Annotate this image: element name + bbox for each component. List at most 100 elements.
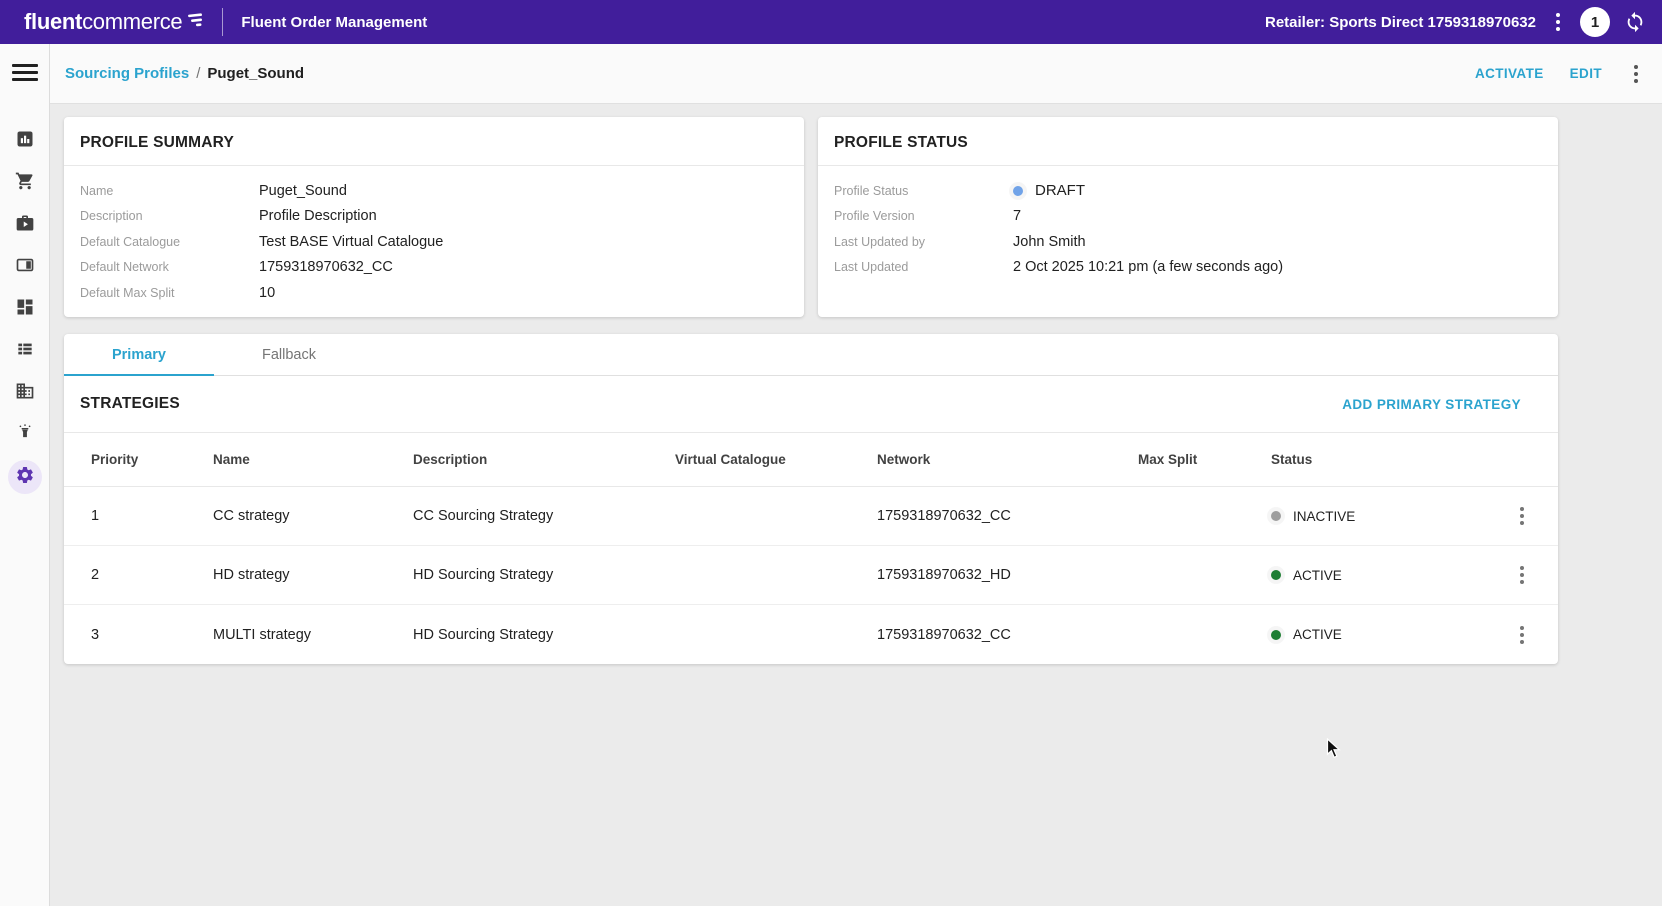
field-value: DRAFT — [1013, 182, 1085, 199]
brand-light: commerce — [82, 9, 182, 35]
field-value: 2 Oct 2025 10:21 pm (a few seconds ago) — [1013, 259, 1283, 275]
sidebar-item-payments[interactable] — [5, 246, 45, 288]
tab-primary[interactable]: Primary — [64, 334, 214, 375]
sidebar-item-fulfilment[interactable] — [5, 204, 45, 246]
top-app-bar: fluentcommerce Fluent Order Management R… — [0, 0, 1662, 44]
edit-button[interactable]: EDIT — [1570, 66, 1602, 81]
field-label: Description — [80, 209, 259, 223]
profile-status-card: PROFILE STATUS Profile Status DRAFT Prof… — [818, 117, 1558, 317]
column-header-priority: Priority — [91, 452, 213, 467]
field-value: 7 — [1013, 208, 1021, 224]
cell-priority: 3 — [91, 627, 213, 643]
sidebar-item-analytics[interactable] — [5, 120, 45, 162]
summary-row-default-catalogue: Default Catalogue Test BASE Virtual Cata… — [80, 229, 788, 255]
cell-network: 1759318970632_CC — [877, 627, 1138, 643]
profile-summary-title: PROFILE SUMMARY — [64, 117, 804, 166]
summary-row-default-network: Default Network 1759318970632_CC — [80, 255, 788, 281]
tab-fallback[interactable]: Fallback — [214, 334, 364, 375]
profile-summary-card: PROFILE SUMMARY Name Puget_Sound Descrip… — [64, 117, 804, 317]
column-header-max-split: Max Split — [1138, 452, 1271, 467]
activate-button[interactable]: ACTIVATE — [1475, 66, 1544, 81]
sidebar-item-settings[interactable] — [5, 456, 45, 498]
add-primary-strategy-button[interactable]: ADD PRIMARY STRATEGY — [1342, 397, 1521, 412]
cell-name: CC strategy — [213, 508, 413, 524]
sidebar-item-orders[interactable] — [5, 162, 45, 204]
summary-row-description: Description Profile Description — [80, 204, 788, 230]
field-value: 10 — [259, 285, 275, 301]
field-value: John Smith — [1013, 234, 1086, 250]
strategies-title: STRATEGIES — [80, 395, 180, 413]
status-row-profile-version: Profile Version 7 — [834, 204, 1542, 230]
page-title: Puget_Sound — [207, 65, 304, 82]
page-header: Sourcing Profiles / Puget_Sound ACTIVATE… — [50, 44, 1662, 104]
topbar-kebab-menu-icon[interactable] — [1550, 9, 1566, 35]
cell-priority: 2 — [91, 567, 213, 583]
column-header-network: Network — [877, 452, 1138, 467]
summary-row-name: Name Puget_Sound — [80, 178, 788, 204]
field-value: Profile Description — [259, 208, 377, 224]
table-row[interactable]: 3 MULTI strategy HD Sourcing Strategy 17… — [64, 605, 1558, 664]
field-label: Default Network — [80, 260, 259, 274]
field-value: Puget_Sound — [259, 183, 347, 199]
cell-description: HD Sourcing Strategy — [413, 567, 675, 583]
status-row-last-updated-by: Last Updated by John Smith — [834, 229, 1542, 255]
strategies-card: Primary Fallback STRATEGIES ADD PRIMARY … — [64, 334, 1558, 664]
fluentcommerce-logo[interactable]: fluentcommerce — [24, 9, 204, 35]
status-row-profile-status: Profile Status DRAFT — [834, 178, 1542, 204]
app-title: Fluent Order Management — [241, 14, 427, 31]
row-kebab-menu-icon[interactable] — [1502, 561, 1542, 589]
cell-network: 1759318970632_HD — [877, 567, 1138, 583]
status-badge: INACTIVE — [1293, 509, 1355, 524]
summary-row-default-max-split: Default Max Split 10 — [80, 280, 788, 306]
cell-status: ACTIVE — [1271, 568, 1502, 583]
column-header-virtual-catalogue: Virtual Catalogue — [675, 452, 877, 467]
gear-icon — [15, 465, 35, 490]
field-label: Profile Version — [834, 209, 1013, 223]
table-row[interactable]: 1 CC strategy CC Sourcing Strategy 17593… — [64, 487, 1558, 546]
profile-status-title: PROFILE STATUS — [818, 117, 1558, 166]
breadcrumb-sourcing-profiles-link[interactable]: Sourcing Profiles — [65, 65, 189, 82]
strategies-table-header: Priority Name Description Virtual Catalo… — [64, 432, 1558, 487]
page-kebab-menu-icon[interactable] — [1628, 61, 1644, 87]
field-label: Name — [80, 184, 259, 198]
status-dot — [1271, 630, 1281, 640]
retailer-context-label[interactable]: Retailer: Sports Direct 1759318970632 — [1265, 14, 1536, 31]
table-row[interactable]: 2 HD strategy HD Sourcing Strategy 17593… — [64, 546, 1558, 605]
cell-network: 1759318970632_CC — [877, 508, 1138, 524]
user-avatar-badge[interactable]: 1 — [1580, 7, 1610, 37]
main-content: PROFILE SUMMARY Name Puget_Sound Descrip… — [50, 104, 1662, 906]
status-dot — [1271, 570, 1281, 580]
draft-status-dot — [1013, 186, 1023, 196]
topbar-divider — [222, 8, 223, 36]
cell-name: HD strategy — [213, 567, 413, 583]
field-label: Profile Status — [834, 184, 1013, 198]
sidebar-item-dashboard[interactable] — [5, 288, 45, 330]
shopping-cart-icon — [15, 171, 35, 196]
field-label: Default Max Split — [80, 286, 259, 300]
sidebar-item-insights[interactable] — [5, 414, 45, 456]
cell-description: HD Sourcing Strategy — [413, 627, 675, 643]
row-kebab-menu-icon[interactable] — [1502, 621, 1542, 649]
card-panel-icon — [15, 255, 35, 280]
cell-priority: 1 — [91, 508, 213, 524]
status-badge: DRAFT — [1035, 182, 1085, 199]
field-value: 1759318970632_CC — [259, 259, 393, 275]
refresh-icon[interactable] — [1624, 11, 1646, 33]
row-kebab-menu-icon[interactable] — [1502, 502, 1542, 530]
hamburger-menu-icon[interactable] — [12, 64, 38, 85]
briefcase-play-icon — [15, 213, 35, 238]
torch-icon — [15, 423, 35, 448]
strategy-tabs: Primary Fallback — [64, 334, 1558, 376]
status-badge: ACTIVE — [1293, 627, 1342, 642]
sidebar-item-lists[interactable] — [5, 330, 45, 372]
bar-chart-icon — [15, 129, 35, 154]
column-header-status: Status — [1271, 452, 1502, 467]
field-label: Last Updated by — [834, 235, 1013, 249]
field-value: Test BASE Virtual Catalogue — [259, 234, 443, 250]
sidebar-item-locations[interactable] — [5, 372, 45, 414]
cell-description: CC Sourcing Strategy — [413, 508, 675, 524]
breadcrumb-separator: / — [196, 65, 200, 82]
field-label: Default Catalogue — [80, 235, 259, 249]
breadcrumb: Sourcing Profiles / Puget_Sound — [65, 65, 304, 82]
field-label: Last Updated — [834, 260, 1013, 274]
